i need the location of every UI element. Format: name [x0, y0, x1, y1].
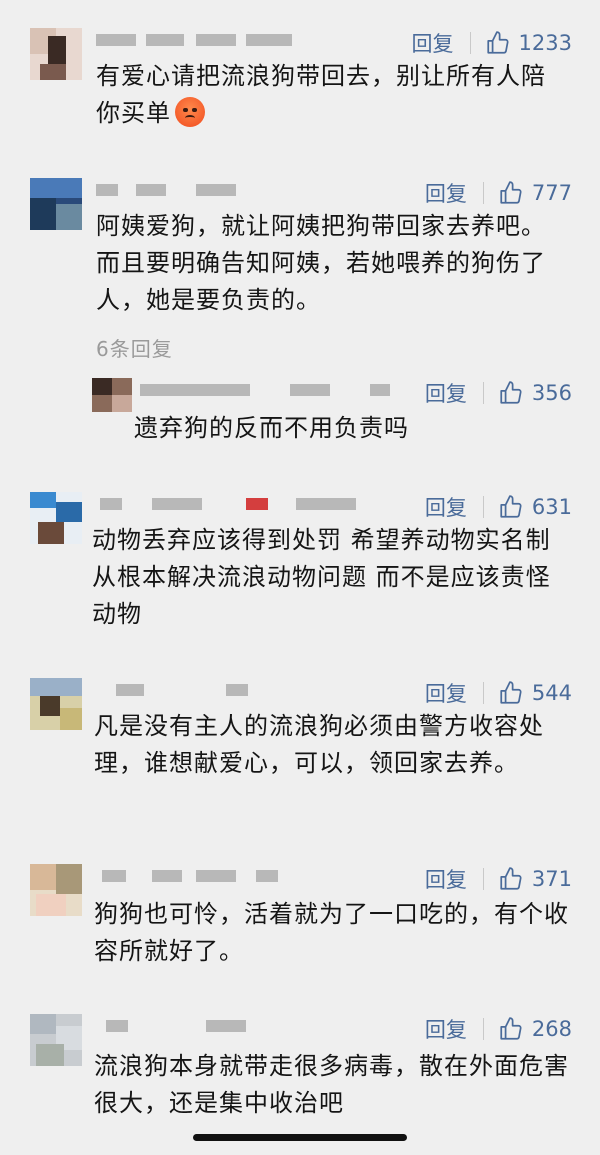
- username[interactable]: [140, 380, 390, 398]
- like-button[interactable]: 631: [498, 494, 572, 520]
- comment-actions: 回复 356: [425, 378, 572, 408]
- reply-button[interactable]: 回复: [425, 492, 467, 522]
- reply-button[interactable]: 回复: [412, 28, 454, 58]
- thumbs-up-icon: [500, 681, 522, 704]
- sad-face-emoji: [175, 97, 205, 127]
- username[interactable]: [96, 494, 356, 512]
- comment-text: 阿姨爱狗，就让阿姨把狗带回家去养吧。而且要明确告知阿姨，若她喂养的狗伤了人，她是…: [96, 212, 546, 314]
- thumbs-up-icon: [500, 1017, 522, 1040]
- divider: [482, 682, 484, 704]
- comment-actions: 回复 544: [425, 678, 572, 708]
- like-button[interactable]: 544: [498, 680, 572, 706]
- avatar[interactable]: [30, 864, 82, 916]
- avatar[interactable]: [30, 28, 82, 80]
- username[interactable]: [96, 180, 256, 198]
- comment-item: 回复 268 流浪狗本身就带走很多病毒，散在外面危害很大，还是集中收治吧: [0, 1014, 600, 1124]
- like-button[interactable]: 1233: [485, 30, 572, 56]
- like-count: 544: [531, 681, 572, 705]
- comment-actions: 回复 371: [425, 864, 572, 894]
- thumbs-up-icon: [500, 181, 522, 204]
- avatar[interactable]: [30, 1014, 82, 1066]
- comment-item: 回复 631 动物丢弃应该得到处罚 希望养动物实名制 从根本解决流浪动物问题 而…: [0, 492, 600, 642]
- username[interactable]: [96, 680, 256, 698]
- reply-button[interactable]: 回复: [425, 178, 467, 208]
- comment-text: 遗弃狗的反而不用负责吗: [134, 414, 409, 442]
- like-count: 356: [531, 381, 572, 405]
- comment-item: 回复 1233 有爱心请把流浪狗带回去，别让所有人陪你买单: [0, 28, 600, 138]
- username[interactable]: [96, 30, 296, 48]
- reply-button[interactable]: 回复: [425, 378, 467, 408]
- comment-item: 回复 371 狗狗也可怜，活着就为了一口吃的，有个收容所就好了。: [0, 864, 600, 984]
- thumbs-up-icon: [486, 31, 509, 54]
- divider: [482, 182, 484, 204]
- comment-text: 有爱心请把流浪狗带回去，别让所有人陪你买单: [96, 62, 546, 127]
- like-button[interactable]: 356: [498, 380, 572, 406]
- comment-item: 回复 777 阿姨爱狗，就让阿姨把狗带回家去养吧。而且要明确告知阿姨，若她喂养的…: [0, 178, 600, 368]
- home-indicator[interactable]: [193, 1134, 407, 1141]
- like-button[interactable]: 777: [498, 180, 572, 206]
- comment-text: 凡是没有主人的流浪狗必须由警方收容处理，谁想献爱心，可以，领回家去养。: [94, 712, 544, 777]
- comment-text: 动物丢弃应该得到处罚 希望养动物实名制 从根本解决流浪动物问题 而不是应该责怪动…: [92, 526, 551, 628]
- reply-button[interactable]: 回复: [425, 864, 467, 894]
- avatar[interactable]: [30, 678, 82, 730]
- reply-button[interactable]: 回复: [425, 1014, 467, 1044]
- avatar[interactable]: [30, 492, 82, 544]
- reply-item: 回复 356 遗弃狗的反而不用负责吗: [0, 378, 600, 448]
- comment-actions: 回复 777: [425, 178, 572, 208]
- avatar[interactable]: [92, 378, 132, 412]
- divider: [482, 496, 484, 518]
- divider: [482, 382, 484, 404]
- username[interactable]: [96, 866, 296, 884]
- comment-text: 狗狗也可怜，活着就为了一口吃的，有个收容所就好了。: [94, 900, 569, 965]
- comment-text: 流浪狗本身就带走很多病毒，散在外面危害很大，还是集中收治吧: [94, 1052, 569, 1117]
- username[interactable]: [96, 1016, 256, 1034]
- like-button[interactable]: 268: [498, 1016, 572, 1042]
- like-count: 1233: [518, 31, 572, 55]
- like-count: 631: [531, 495, 572, 519]
- thumbs-up-icon: [500, 867, 522, 890]
- thumbs-up-icon: [500, 495, 522, 518]
- reply-button[interactable]: 回复: [425, 678, 467, 708]
- comment-actions: 回复 631: [425, 492, 572, 522]
- view-replies-link[interactable]: 6条回复: [96, 333, 173, 362]
- like-count: 371: [531, 867, 572, 891]
- comment-actions: 回复 268: [425, 1014, 572, 1044]
- like-button[interactable]: 371: [498, 866, 572, 892]
- divider: [482, 1018, 484, 1040]
- like-count: 268: [531, 1017, 572, 1041]
- like-count: 777: [531, 181, 572, 205]
- thumbs-up-icon: [500, 381, 522, 404]
- comment-item: 回复 544 凡是没有主人的流浪狗必须由警方收容处理，谁想献爱心，可以，领回家去…: [0, 678, 600, 828]
- comment-actions: 回复 1233: [412, 28, 572, 58]
- divider: [469, 32, 471, 54]
- avatar[interactable]: [30, 178, 82, 230]
- divider: [482, 868, 484, 890]
